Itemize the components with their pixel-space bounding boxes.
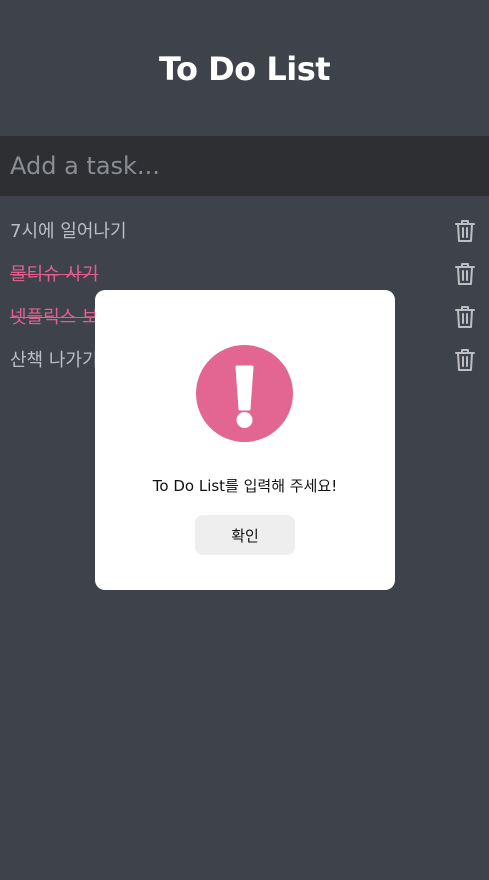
exclamation-icon [235, 365, 254, 428]
confirm-button[interactable]: 확인 [195, 515, 295, 555]
modal-overlay[interactable]: To Do List를 입력해 주세요! 확인 [0, 0, 489, 880]
alert-circle [196, 345, 293, 442]
alert-dialog: To Do List를 입력해 주세요! 확인 [95, 290, 395, 590]
alert-message: To Do List를 입력해 주세요! [152, 477, 338, 495]
